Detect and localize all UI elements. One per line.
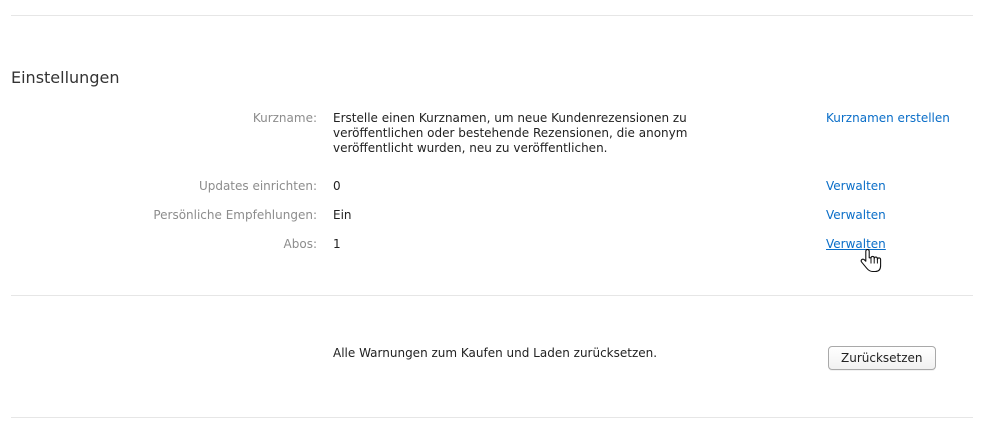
setting-label: Persönliche Empfehlungen: [153, 208, 317, 222]
settings-page: Einstellungen Kurzname: Erstelle einen K… [0, 0, 1002, 430]
setting-value: 1 [333, 237, 341, 251]
setting-value: 0 [333, 179, 341, 193]
manage-updates-link[interactable]: Verwalten [826, 179, 886, 194]
manage-recommendations-link[interactable]: Verwalten [826, 208, 886, 223]
reset-warnings-text: Alle Warnungen zum Kaufen und Laden zurü… [333, 346, 658, 360]
divider-top [11, 15, 973, 16]
hand-pointer-icon [860, 248, 882, 273]
setting-label: Updates einrichten: [198, 179, 317, 193]
reset-button[interactable]: Zurücksetzen [828, 346, 936, 370]
divider-middle [11, 295, 973, 296]
section-title: Einstellungen [11, 68, 120, 87]
setting-label: Kurzname: [252, 111, 317, 125]
setting-value: Ein [333, 208, 352, 222]
setting-value: Erstelle einen Kurznamen, um neue Kunden… [333, 111, 688, 155]
divider-bottom [11, 417, 973, 418]
create-nickname-link[interactable]: Kurznamen erstellen [826, 111, 950, 126]
setting-label: Abos: [283, 237, 317, 251]
